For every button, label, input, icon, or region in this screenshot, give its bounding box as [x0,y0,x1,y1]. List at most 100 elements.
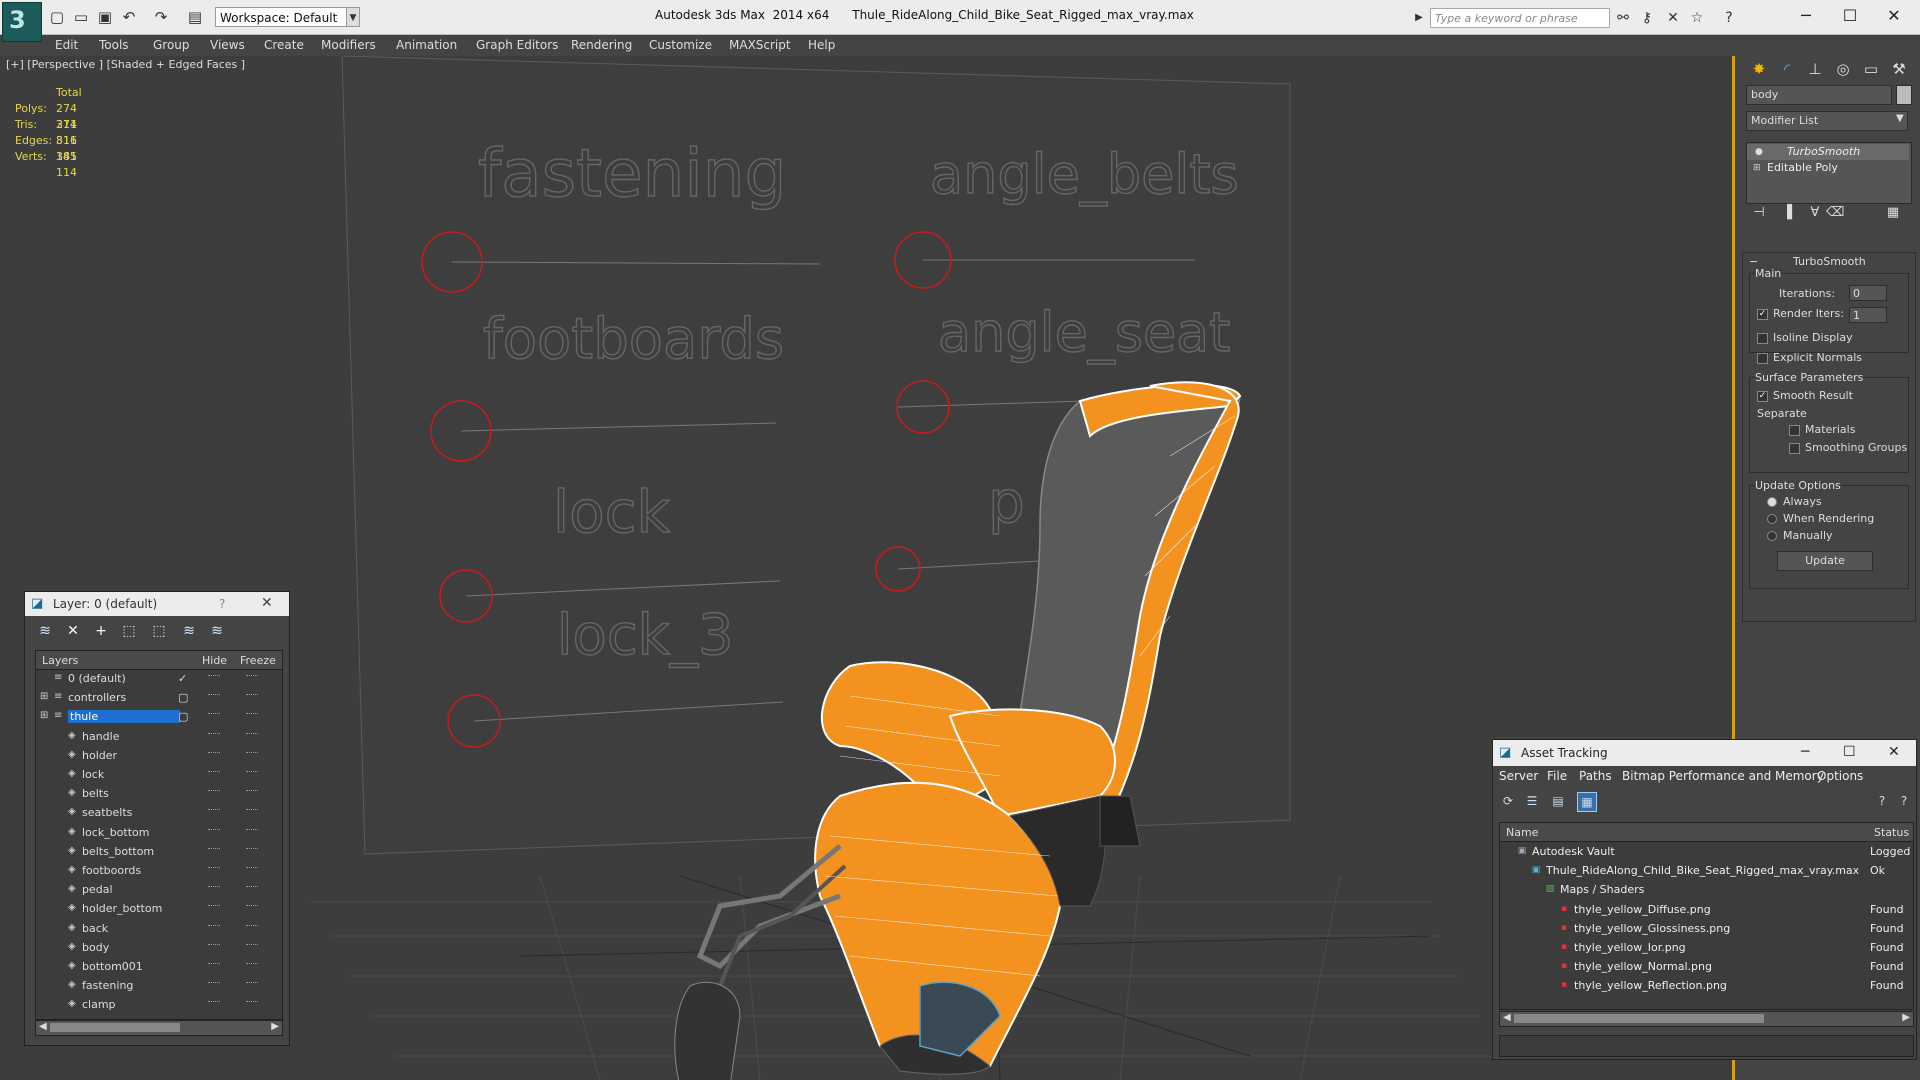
object-row[interactable]: ◈ holder [36,747,282,766]
vault-help-icon[interactable]: ? [1895,792,1913,810]
freeze-column-header[interactable]: Freeze [240,654,276,667]
expand-plus-icon[interactable]: ⊞ [1753,160,1761,176]
app-menu-button[interactable]: 3 [2,2,42,42]
menu-views[interactable]: Views [210,38,245,52]
minimize-button[interactable]: ─ [1801,744,1809,760]
freeze-toggle[interactable] [246,847,258,850]
freeze-toggle[interactable] [246,675,258,677]
utilities-tab-icon[interactable]: ⚒ [1888,58,1910,80]
object-row[interactable]: ◈ belts [36,785,282,804]
help-icon[interactable]: ? [1873,792,1891,810]
menu-maxscript[interactable]: MAXScript [729,38,791,52]
project-folder-icon[interactable]: ▤ [186,8,204,26]
scroll-left-icon[interactable]: ◀ [39,1021,47,1032]
table-view-icon[interactable]: ▦ [1577,792,1597,812]
object-row[interactable]: ◈ lock [36,766,282,785]
always-radio[interactable] [1767,497,1777,507]
asset-row[interactable]: ▣ Thule_RideAlong_Child_Bike_Seat_Rigged_… [1500,861,1913,880]
save-icon[interactable]: ▣ [96,8,114,26]
motion-tab-icon[interactable]: ◎ [1832,58,1854,80]
render-iters-checkbox[interactable]: ✓ [1757,309,1768,320]
object-row[interactable]: ◈ belts_bottom [36,843,282,862]
iterations-spinner[interactable]: 0 [1849,285,1887,301]
asset-row[interactable]: ▪ thyle_yellow_Diffuse.png Found [1500,900,1913,919]
expand-toggle-icon[interactable]: ⊞ [40,711,50,721]
when-rendering-radio[interactable] [1767,514,1777,524]
make-current-icon[interactable]: ▢ [178,691,188,704]
freeze-toggle[interactable] [246,905,258,907]
favorites-star-icon[interactable]: ☆ [1688,9,1706,27]
display-tab-icon[interactable]: ▭ [1860,58,1882,80]
object-row[interactable]: ◈ footboords [36,862,282,881]
asset-row[interactable]: ▣ Autodesk Vault Logged O [1500,842,1913,861]
layer-row[interactable]: ≡ 0 (default) ✓ [36,670,282,689]
object-row[interactable]: ◈ pedal [36,881,282,900]
freeze-toggle[interactable] [246,790,258,792]
asset-row[interactable]: ▪ thyle_yellow_Reflection.png Found [1500,976,1913,995]
hierarchy-tab-icon[interactable]: ⊥ [1804,58,1826,80]
layer-row[interactable]: ⊞ ≡ thule ▢ [36,708,282,727]
hide-all-icon[interactable]: ≋ [179,621,199,641]
expand-toggle-icon[interactable]: ⊞ [40,692,50,702]
hide-toggle[interactable] [208,943,220,946]
freeze-toggle[interactable] [246,713,258,715]
menu-create[interactable]: Create [264,38,304,52]
asset-menu-options[interactable]: Options [1817,769,1863,783]
hide-toggle[interactable] [208,905,220,907]
object-row[interactable]: ◈ back [36,920,282,939]
object-row[interactable]: ◈ clamp [36,996,282,1015]
scroll-left-icon[interactable]: ◀ [1503,1012,1511,1023]
asset-row[interactable]: ▨ Maps / Shaders [1500,880,1913,899]
smooth-result-checkbox[interactable]: ✓ [1757,391,1768,402]
modifier-list-dropdown[interactable]: Modifier List [1746,111,1908,131]
scroll-thumb[interactable] [1514,1014,1764,1023]
thumbnail-view-icon[interactable]: ▤ [1549,792,1567,810]
binoculars-icon[interactable]: ⚯ [1614,9,1632,27]
freeze-toggle[interactable] [246,694,258,696]
undo-icon[interactable]: ↶ [120,8,138,26]
help-icon[interactable]: ? [1720,9,1738,27]
freeze-toggle[interactable] [246,828,258,831]
hide-toggle[interactable] [208,886,220,888]
infocenter-expand-icon[interactable]: ▶ [1410,9,1428,27]
object-row[interactable]: ◈ holder_bottom [36,900,282,919]
hide-toggle[interactable] [208,867,220,869]
make-unique-icon[interactable]: ∀ [1806,204,1824,222]
freeze-toggle[interactable] [246,886,258,888]
remove-modifier-icon[interactable]: ⌫ [1826,204,1844,222]
asset-path-field[interactable] [1499,1035,1914,1057]
viewport-label[interactable]: [+] [Perspective ] [Shaded + Edged Faces… [6,58,245,71]
show-end-result-icon[interactable]: ▐ [1778,204,1796,222]
object-row[interactable]: ◈ handle [36,728,282,747]
hide-toggle[interactable] [208,732,220,735]
new-file-icon[interactable]: ▢ [48,8,66,26]
redo-icon[interactable]: ↷ [152,8,170,26]
freeze-toggle[interactable] [246,963,258,965]
hide-toggle[interactable] [208,1001,220,1003]
object-color-swatch[interactable] [1896,85,1912,105]
maximize-button[interactable]: ☐ [1830,4,1870,28]
freeze-all-icon[interactable]: ≋ [207,621,227,641]
close-icon[interactable]: ✕ [1888,744,1900,760]
workspace-dropdown[interactable]: Workspace: Default [215,7,360,27]
hide-toggle[interactable] [208,847,220,850]
asset-menu-server[interactable]: Server [1499,769,1538,783]
select-objects-icon[interactable]: ⬚ [119,621,139,641]
asset-menu-bitmap-performance[interactable]: Bitmap Performance and Memory [1622,769,1824,783]
object-row[interactable]: ◈ lock_bottom [36,824,282,843]
layer-window-titlebar[interactable]: ◪ Layer: 0 (default) ? ✕ [25,592,289,616]
render-iters-spinner[interactable]: 1 [1849,307,1887,323]
light-bulb-icon[interactable]: ● [1755,144,1763,160]
freeze-toggle[interactable] [246,867,258,869]
name-column-header[interactable]: Name [1506,826,1538,839]
make-current-icon[interactable]: ▢ [178,710,188,723]
freeze-toggle[interactable] [246,771,258,773]
asset-row[interactable]: ▪ thyle_yellow_Normal.png Found [1500,957,1913,976]
scroll-right-icon[interactable]: ▶ [1902,1012,1910,1023]
asset-menu-file[interactable]: File [1547,769,1567,783]
explicit-normals-checkbox[interactable] [1757,353,1768,364]
object-row[interactable]: ◈ fastening [36,977,282,996]
asset-menu-paths[interactable]: Paths [1579,769,1612,783]
delete-layer-icon[interactable]: ✕ [63,621,83,641]
exchange-icon[interactable]: ✕ [1664,9,1682,27]
